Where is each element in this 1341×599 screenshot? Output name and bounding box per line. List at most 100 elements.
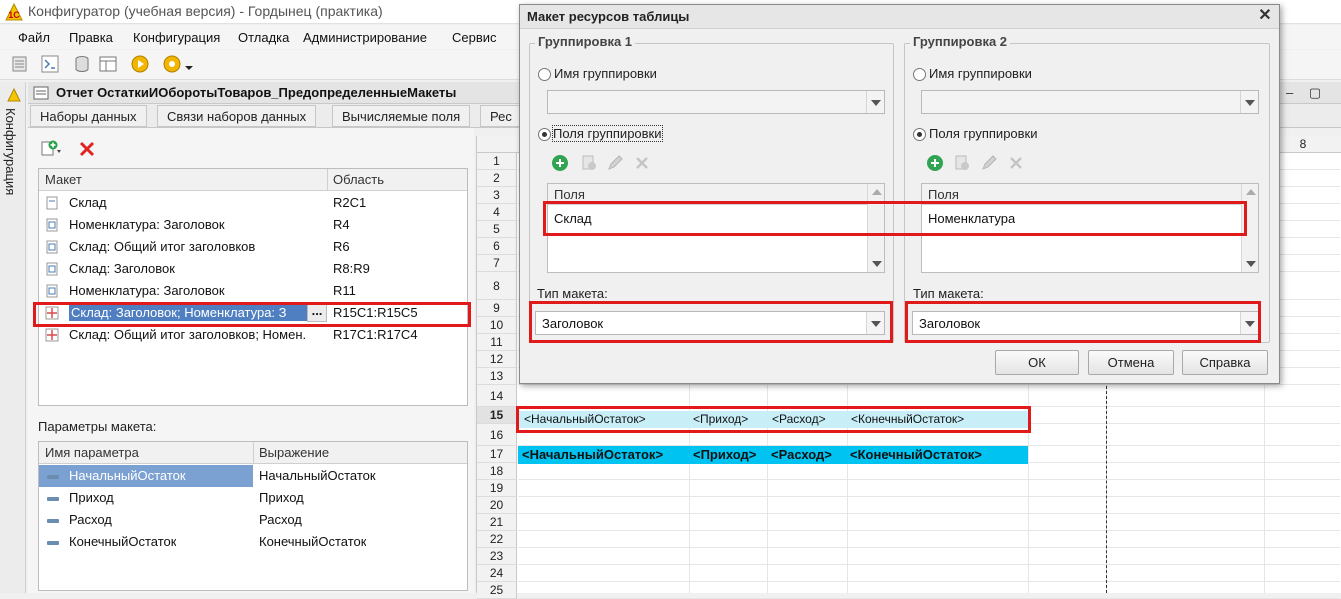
row17-cell-expense[interactable]: <Расход> [771, 447, 832, 462]
tab-dataset-links[interactable]: Связи наборов данных [157, 105, 317, 127]
run-debug-icon[interactable] [130, 54, 150, 74]
window-controls[interactable]: ‒ ▢ ✕ [1286, 85, 1336, 116]
tab-calculated-fields[interactable]: Вычисляемые поля [332, 105, 471, 127]
tab-datasets[interactable]: Наборы данных [30, 105, 147, 127]
row-number[interactable]: 4 [477, 204, 517, 221]
row-number[interactable]: 19 [477, 480, 517, 497]
layout-name[interactable]: Склад [69, 195, 307, 210]
delete-icon[interactable] [79, 141, 95, 157]
menu-debug[interactable]: Отладка [238, 30, 289, 45]
group1-radio-name[interactable] [538, 68, 551, 81]
layout-area[interactable]: R8:R9 [333, 261, 370, 276]
layout-area[interactable]: R4 [333, 217, 350, 232]
group1-radio-fields-label[interactable]: Поля группировки [552, 125, 663, 142]
column-layout[interactable]: Макет [45, 172, 82, 187]
row-number[interactable]: 25 [477, 582, 517, 599]
row-number[interactable]: 10 [477, 317, 517, 334]
row-number[interactable]: 11 [477, 334, 517, 351]
dialog-close-icon[interactable]: ✕ [1256, 7, 1274, 25]
row-number[interactable]: 7 [477, 255, 517, 272]
row17-cell-start[interactable]: <НачальныйОстаток> [522, 447, 663, 462]
row-number[interactable]: 12 [477, 351, 517, 368]
layout-name[interactable]: Склад: Общий итог заголовков; Номен... [69, 327, 307, 342]
group2-radio-fields[interactable] [913, 128, 926, 141]
row-number[interactable]: 17 [477, 446, 517, 463]
row-number[interactable]: 24 [477, 565, 517, 582]
param-expression[interactable]: НачальныйОстаток [259, 468, 376, 483]
row17-cell-income[interactable]: <Приход> [693, 447, 756, 462]
param-name[interactable]: НачальныйОстаток [69, 468, 186, 483]
row-number[interactable]: 1 [477, 153, 517, 170]
param-row[interactable]: КонечныйОстаток КонечныйОстаток [39, 531, 467, 553]
param-row[interactable]: Приход Приход [39, 487, 467, 509]
tab-resources[interactable]: Рес [480, 105, 522, 127]
param-name[interactable]: Расход [69, 512, 112, 527]
column-param-name[interactable]: Имя параметра [45, 445, 139, 460]
layout-name[interactable]: Склад: Заголовок [69, 261, 307, 276]
row-number[interactable]: 20 [477, 497, 517, 514]
row-number[interactable]: 6 [477, 238, 517, 255]
column-expression[interactable]: Выражение [259, 445, 329, 460]
run-enterprise-icon[interactable] [162, 54, 182, 74]
param-row[interactable]: Расход Расход [39, 509, 467, 531]
group1-radio-name-label[interactable]: Имя группировки [554, 66, 657, 81]
layout-name[interactable]: Склад: Общий итог заголовков [69, 239, 307, 254]
row-number[interactable]: 22 [477, 531, 517, 548]
menu-edit[interactable]: Правка [69, 30, 113, 45]
layout-row[interactable]: Номенклатура: Заголовок R4 [39, 214, 467, 236]
param-row[interactable]: НачальныйОстаток НачальныйОстаток [39, 465, 467, 487]
row-number[interactable]: 16 [477, 424, 517, 446]
group2-add-field-icon[interactable] [926, 154, 944, 172]
menu-service[interactable]: Сервис [452, 30, 497, 45]
layout-name[interactable]: Номенклатура: Заголовок [69, 217, 307, 232]
group2-name-combo[interactable] [921, 90, 1259, 114]
param-expression[interactable]: КонечныйОстаток [259, 534, 366, 549]
ok-button[interactable]: ОК [995, 350, 1079, 375]
layout-row[interactable]: Склад R2C1 [39, 192, 467, 214]
layout-row[interactable]: Склад: Заголовок R8:R9 [39, 258, 467, 280]
database-icon[interactable] [72, 54, 92, 74]
param-expression[interactable]: Расход [259, 512, 302, 527]
row-number[interactable]: 18 [477, 463, 517, 480]
row17-cell-end[interactable]: <КонечныйОстаток> [850, 447, 982, 462]
row-number[interactable]: 13 [477, 368, 517, 385]
row-number[interactable]: 23 [477, 548, 517, 565]
group1-add-field-icon[interactable] [551, 154, 569, 172]
param-name[interactable]: Приход [69, 490, 114, 505]
layout-area[interactable]: R6 [333, 239, 350, 254]
dropdown-arrow-icon[interactable] [184, 54, 194, 74]
add-layout-icon[interactable] [40, 139, 62, 159]
layout-area[interactable]: R2C1 [333, 195, 366, 210]
row-number[interactable]: 15 [477, 407, 517, 424]
menu-file[interactable]: Файл [18, 30, 50, 45]
layout-row[interactable]: Склад: Общий итог заголовков; Номен... R1… [39, 324, 467, 346]
menu-configuration[interactable]: Конфигурация [133, 30, 220, 45]
column-area[interactable]: Область [333, 172, 384, 187]
layout-name[interactable]: Номенклатура: Заголовок [69, 283, 307, 298]
row-number[interactable]: 5 [477, 221, 517, 238]
cancel-button[interactable]: Отмена [1088, 350, 1174, 375]
param-name[interactable]: КонечныйОстаток [69, 534, 176, 549]
layout-row[interactable]: Номенклатура: Заголовок R11 [39, 280, 467, 302]
group2-radio-name[interactable] [913, 68, 926, 81]
layout-area[interactable]: R11 [333, 283, 356, 298]
group1-name-combo[interactable] [547, 90, 885, 114]
param-expression[interactable]: Приход [259, 490, 304, 505]
row-number[interactable]: 21 [477, 514, 517, 531]
config-tree-icon[interactable] [10, 54, 30, 74]
menu-administration[interactable]: Администрирование [303, 30, 427, 45]
row-number[interactable]: 2 [477, 170, 517, 187]
layout-row[interactable]: Склад: Общий итог заголовков R6 [39, 236, 467, 258]
help-button[interactable]: Справка [1182, 350, 1268, 375]
layout-area[interactable]: R17C1:R17C4 [333, 327, 418, 342]
group2-radio-name-label[interactable]: Имя группировки [929, 66, 1032, 81]
table-icon[interactable] [98, 54, 118, 74]
row-number[interactable]: 3 [477, 187, 517, 204]
row-number[interactable]: 9 [477, 300, 517, 317]
compare-icon[interactable] [40, 54, 60, 74]
group1-radio-fields[interactable] [538, 128, 551, 141]
group2-radio-fields-label[interactable]: Поля группировки [929, 126, 1038, 141]
side-panel-configuration-tab[interactable]: Конфигурация [2, 104, 24, 224]
row-number[interactable]: 8 [477, 272, 517, 300]
row-number[interactable]: 14 [477, 385, 517, 407]
